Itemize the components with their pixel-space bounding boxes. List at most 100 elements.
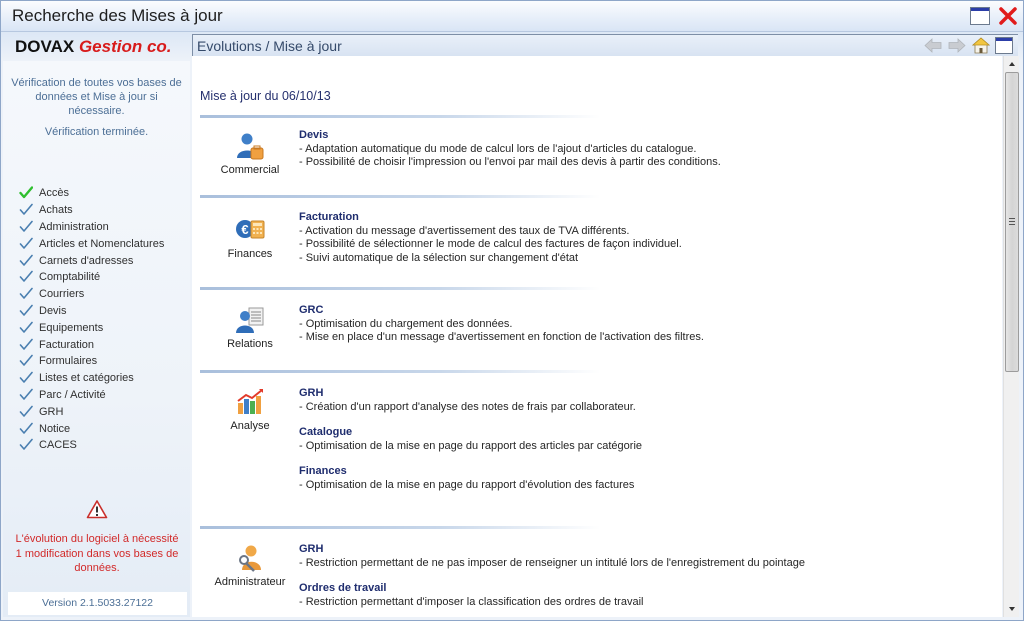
scroll-down-arrow-icon[interactable] (1004, 601, 1020, 617)
check-item: GRH (19, 403, 164, 420)
check-item-label: Articles et Nomenclatures (39, 237, 165, 250)
update-entry: Catalogue - Optimisation de la mise en pa… (299, 426, 642, 453)
brand-tagline: Gestion co. (78, 37, 172, 56)
entry-line: - Activation du message d'avertissement … (299, 224, 630, 237)
module-label: Analyse (230, 420, 270, 432)
checkmark-icon (19, 338, 39, 352)
checkmark-icon (19, 237, 39, 251)
back-arrow-icon[interactable] (924, 37, 942, 54)
check-item-label: Administration (39, 220, 109, 233)
entry-line: - Possibilité de sélectionner le mode de… (299, 238, 682, 250)
entry-line: - Restriction permettant d'imposer la cl… (299, 595, 644, 608)
update-date: Mise à jour du 06/10/13 (200, 89, 331, 103)
module-label: Administrateur (214, 576, 286, 588)
entry-line: - Adaptation automatique du mode de calc… (299, 142, 697, 155)
window-restore-icon[interactable] (970, 7, 990, 25)
update-entry: Ordres de travail - Restriction permettan… (299, 582, 805, 609)
scroll-up-arrow-icon[interactable] (1004, 56, 1020, 72)
module-relations: Relations (200, 305, 300, 350)
user-key-icon (234, 543, 266, 573)
check-item-label: Comptabilité (39, 271, 101, 284)
check-item: Notice (19, 420, 164, 437)
brand-name: DOVAX (15, 37, 75, 56)
updates-content: Mise à jour du 06/10/13 Commercial Devis -… (192, 56, 1002, 617)
module-analyse: Analyse (200, 387, 300, 432)
module-entries: Devis - Adaptation automatique du mode de… (299, 129, 721, 182)
check-item-label: Carnets d'adresses (39, 254, 134, 267)
check-item-label: Formulaires (39, 355, 98, 368)
brand-logo: DOVAX Gestion co. (15, 37, 172, 57)
entry-line: - Restriction permettant de ne pas impos… (299, 556, 805, 569)
entry-title: Catalogue (299, 426, 353, 438)
app-window: Recherche des Mises à jour DOVAX Gestion… (0, 0, 1024, 621)
entry-line: - Optimisation de la mise en page du rap… (299, 478, 635, 491)
entry-title: GRH (299, 387, 324, 399)
bar-chart-icon (234, 387, 266, 417)
scrollbar-thumb[interactable] (1005, 72, 1019, 372)
entry-title: Facturation (299, 211, 359, 223)
check-item-label: Equipements (39, 321, 104, 334)
checkmark-icon (19, 270, 39, 284)
entry-line: - Mise en place d'un message d'avertisse… (299, 331, 704, 343)
breadcrumb: Evolutions / Mise à jour (197, 38, 342, 54)
close-x-icon[interactable] (998, 7, 1018, 25)
forward-arrow-icon[interactable] (948, 37, 966, 54)
update-entry: GRC - Optimisation du chargement des donn… (299, 304, 704, 345)
check-list: Accès Achats Administration Articles et Nom… (19, 185, 164, 454)
update-entry: Facturation - Activation du message d'ave… (299, 211, 682, 265)
check-item-label: Parc / Activité (39, 388, 106, 401)
euro-calculator-icon: € (234, 215, 266, 245)
check-item: Carnets d'adresses (19, 252, 164, 269)
check-item-label: Facturation (39, 338, 95, 351)
checkmark-icon (19, 422, 39, 436)
update-entry: Devis - Adaptation automatique du mode de… (299, 129, 721, 170)
entry-line: - Création d'un rapport d'analyse des no… (299, 400, 636, 413)
check-item-label: Achats (39, 204, 73, 217)
entry-title: Devis (299, 129, 329, 141)
check-item: Parc / Activité (19, 387, 164, 404)
module-entries: Facturation - Activation du message d'ave… (299, 211, 682, 277)
check-item-label: GRH (39, 405, 64, 418)
entry-title: GRC (299, 304, 324, 316)
entry-title: GRH (299, 543, 324, 555)
version-label: Version 2.1.5033.27122 (8, 592, 187, 615)
user-list-icon (234, 305, 266, 335)
check-item-label: Accès (39, 187, 69, 200)
check-item-label: Courriers (39, 288, 85, 301)
verification-info: Vérification de toutes vos bases de donn… (11, 77, 182, 117)
verification-status: Vérification terminée. (44, 126, 149, 138)
check-item: Devis (19, 303, 164, 320)
check-item: Equipements (19, 319, 164, 336)
check-item: CACES (19, 437, 164, 454)
checkmark-icon (19, 254, 39, 268)
check-item: Formulaires (19, 353, 164, 370)
vertical-scrollbar[interactable] (1003, 56, 1019, 617)
module-entries: GRC - Optimisation du chargement des donn… (299, 304, 704, 357)
checkmark-icon (19, 354, 39, 368)
module-label: Relations (227, 338, 273, 350)
update-entry: GRH - Restriction permettant de ne pas im… (299, 543, 805, 570)
checkmark-icon (19, 438, 39, 452)
checkmark-icon (19, 388, 39, 402)
module-label: Commercial (220, 164, 280, 176)
module-entries: GRH - Restriction permettant de ne pas im… (299, 543, 805, 617)
home-icon[interactable] (971, 37, 991, 54)
section-separator (200, 115, 600, 118)
check-item-label: Notice (39, 422, 71, 435)
section-separator (200, 195, 600, 198)
checkmark-icon (19, 304, 39, 318)
module-administrateur: Administrateur (200, 543, 300, 588)
window-icon[interactable] (995, 37, 1013, 54)
entry-line: - Optimisation du chargement des données… (299, 317, 513, 330)
checkmark-icon (19, 321, 39, 335)
section-separator (200, 370, 600, 373)
check-item: Achats (19, 202, 164, 219)
check-item: Facturation (19, 336, 164, 353)
module-commercial: Commercial (200, 131, 300, 176)
title-bar: Recherche des Mises à jour (1, 1, 1023, 32)
entry-line: - Possibilité de choisir l'impression ou… (299, 156, 721, 168)
check-item: Accès (19, 185, 164, 202)
check-item-label: CACES (39, 439, 77, 452)
update-entry: GRH - Création d'un rapport d'analyse des… (299, 387, 642, 414)
check-item: Comptabilité (19, 269, 164, 286)
